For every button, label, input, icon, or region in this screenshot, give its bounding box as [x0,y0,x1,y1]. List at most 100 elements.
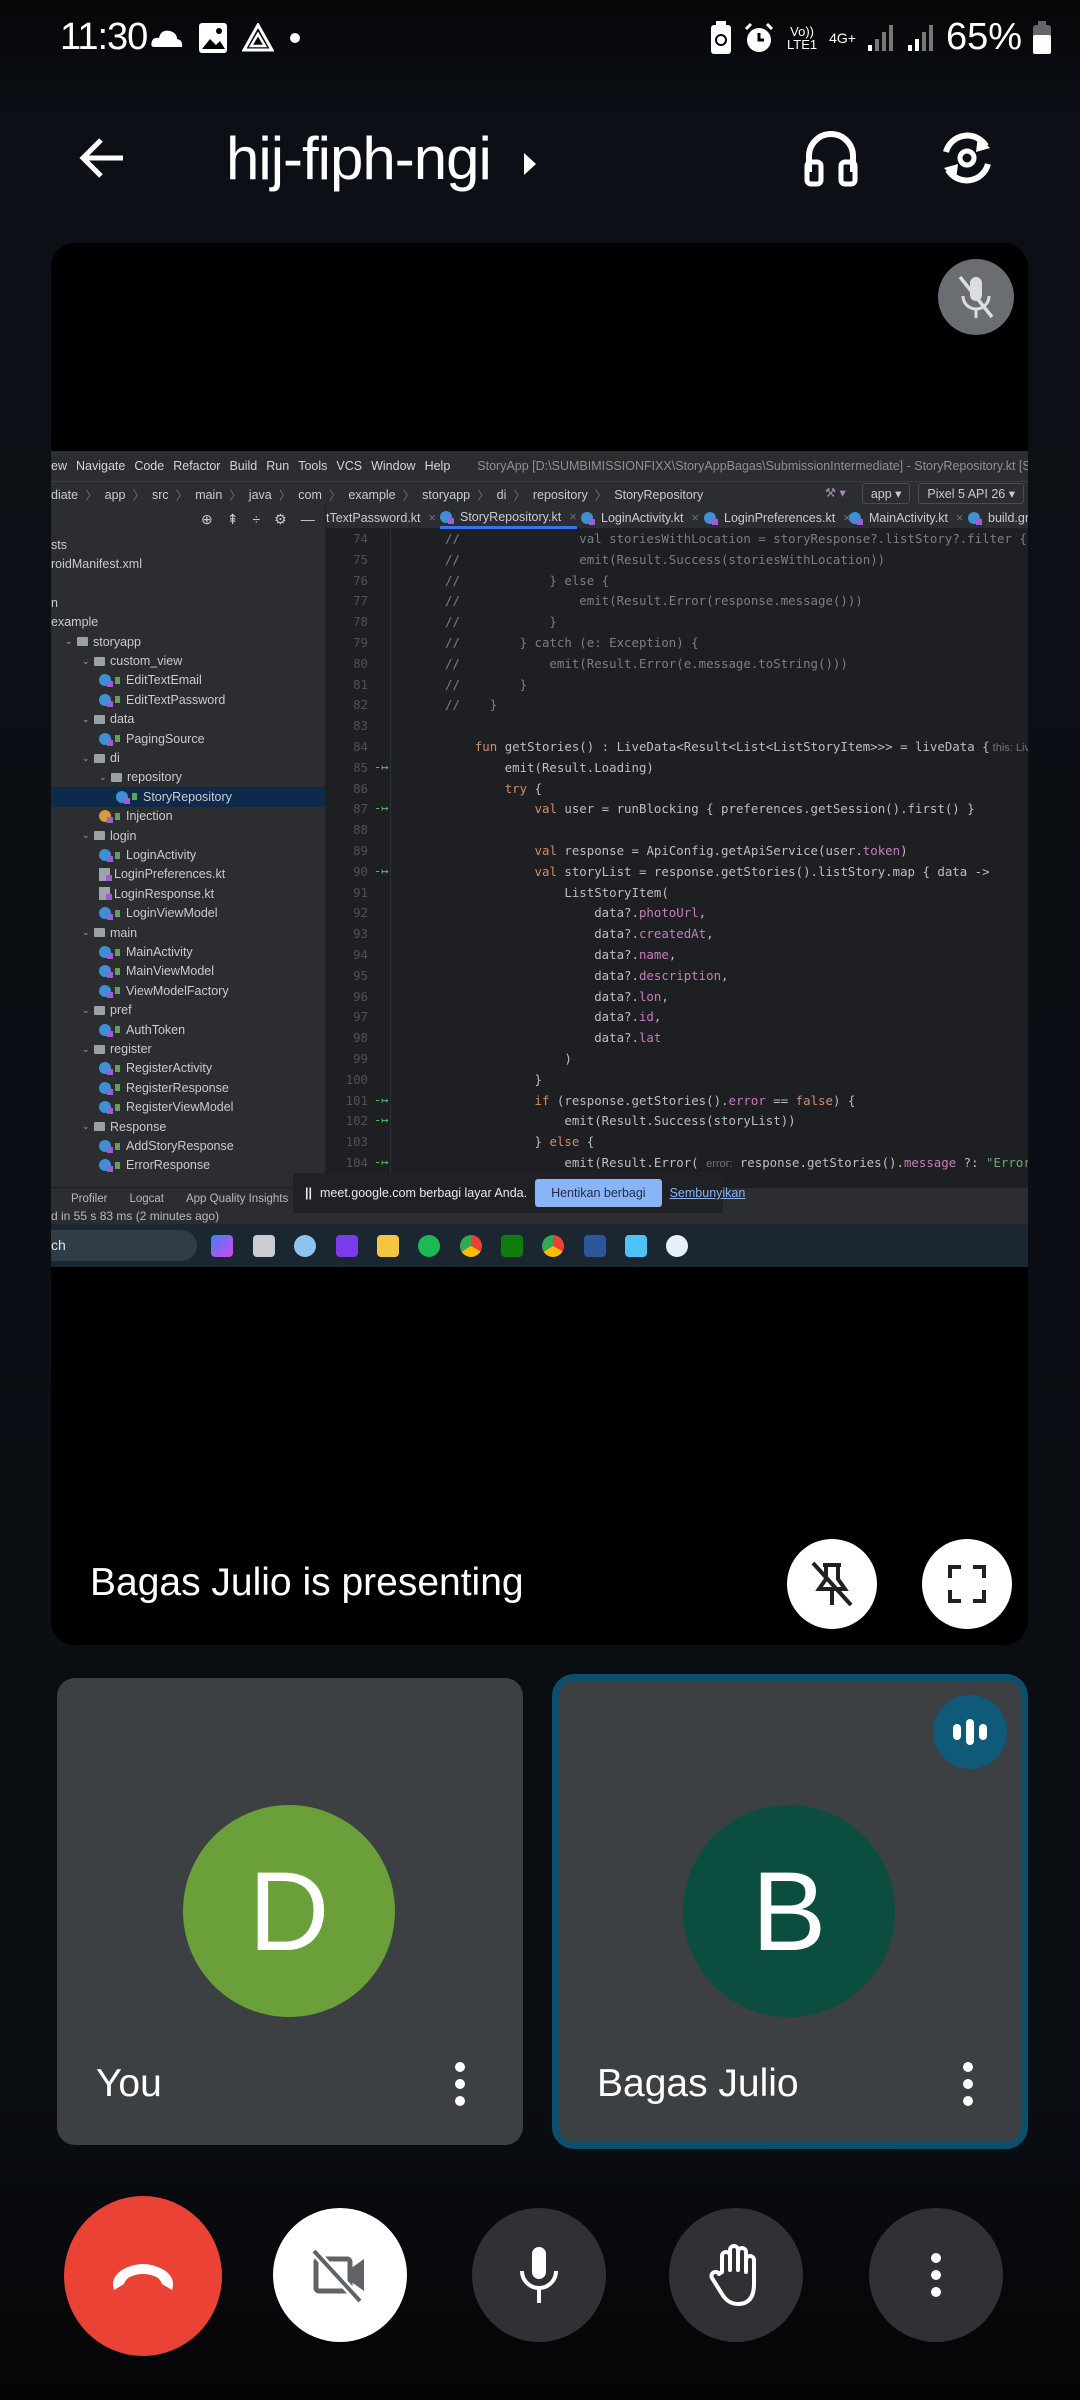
tree-item: LoginActivity [51,845,325,864]
inlay-hint: this: LiveDataSc [992,742,1028,754]
ide-menu-item: Run [266,459,290,473]
run-config-select: app ▾ [861,483,911,504]
tree-item-label: main [110,925,138,940]
close-tab-icon: × [691,511,699,525]
editor-tab: StoryRepository.kt × [440,507,577,529]
access-icon [115,987,120,995]
participant-options-button[interactable] [440,2054,480,2114]
dot-icon [290,33,300,43]
tree-item-label: AuthToken [126,1022,186,1037]
microphone-button[interactable] [472,2208,606,2342]
end-call-button[interactable] [64,2196,222,2356]
meeting-code: hij-fiph-ngi [226,125,492,192]
audio-output-button[interactable] [791,118,871,198]
status-bar: 11:30 Vo)) LTE1 4G+ 65% [0,0,1080,80]
breadcrumb-item: src [152,487,169,502]
access-icon [115,676,120,684]
access-icon [115,1103,120,1111]
more-vert-icon [455,2062,465,2106]
more-vert-icon [963,2062,973,2106]
breadcrumb-separator: 〉 [594,489,608,503]
line-number: 94 [353,947,368,962]
breadcrumb-separator: 〉 [85,489,98,503]
ide-menu-item: Build [229,459,258,473]
breadcrumb-separator: 〉 [278,489,292,503]
breadcrumb-item: diate [51,487,79,502]
kotlin-class-icon [99,1140,113,1154]
line-number: 89 [353,843,368,858]
tree-item: roidManifest.xml [51,554,325,573]
network-type: 4G+ [829,29,856,46]
line-number: 83 [353,718,368,734]
word-icon [584,1235,606,1257]
tool-tab: Profiler [71,1192,108,1205]
tree-item: ⌄ pref [51,1001,325,1020]
fullscreen-button[interactable] [922,1539,1012,1629]
participant-tile-bagas-julio[interactable]: B Bagas Julio [552,1674,1028,2149]
kotlin-class-icon [99,965,113,979]
gutter-run-icon: -↦ [374,1155,389,1169]
line-number: 91 [353,884,368,900]
notepad-icon [625,1235,647,1257]
screen-share-notice: || meet.google.com berbagi layar Anda. H… [293,1173,745,1213]
participant-tile-you[interactable]: D You [57,1678,523,2145]
unpin-button[interactable] [787,1539,877,1629]
ide-menu-item: ew [51,459,67,473]
code-line: // } [445,676,528,692]
tree-item-label: custom_view [110,654,183,669]
tree-item: LoginViewModel [51,904,325,923]
switch-camera-button[interactable] [927,118,1007,198]
camera-toggle-button[interactable] [273,2208,407,2342]
back-button[interactable] [62,118,142,198]
access-icon [115,1064,120,1072]
line-number: 78 [353,614,368,630]
status-time: 11:30 [60,16,148,58]
folder-icon [94,714,105,724]
participant-options-button[interactable] [948,2054,988,2114]
tree-item-label: repository [127,770,182,785]
gutter-run-icon: -↦ [374,863,389,878]
code-line: val response = ApiConfig.getApiService(u… [534,843,908,858]
editor-tab: LoginActivity.kt × [581,507,699,529]
tree-item: ⌄ login [51,826,325,845]
tree-item: Injection [51,807,325,826]
access-icon [115,1142,120,1150]
line-number: 103 [345,1134,368,1150]
tree-item-label: register [110,1042,152,1057]
chevron-down-icon: ⌄ [82,1004,90,1015]
code-line: } [445,1071,542,1087]
folder-icon [77,637,88,647]
kotlin-class-icon [99,1023,113,1037]
line-number: 76 [353,572,368,588]
ide-menu-bar: ew Navigate Code Refactor Build Run Tools VCS Wi… [51,451,1028,481]
access-icon [115,735,120,743]
tree-item: PagingSource [51,729,325,748]
tree-item: ⌄ repository [51,768,325,787]
ide-menu-item: Code [134,459,165,473]
line-number: 92 [353,905,368,921]
presentation-tile[interactable]: ew Navigate Code Refactor Build Run Tools VCS Wi… [51,243,1028,1645]
xbox-icon [501,1235,523,1257]
more-options-button[interactable] [869,2208,1003,2342]
chevron-down-icon: ⌄ [65,636,73,647]
tree-item: sts [51,535,325,554]
line-number: 93 [353,926,368,942]
raise-hand-button[interactable] [669,2208,803,2342]
folder-icon [111,772,122,782]
access-icon [115,967,120,975]
breadcrumb-item: com [298,487,322,502]
access-icon [115,1161,120,1169]
meeting-code-button[interactable]: hij-fiph-ngi [226,124,540,193]
line-number: 96 [353,988,368,1004]
code-line: emit(Result.Loading) [445,759,654,775]
speaking-indicator [933,1695,1007,1769]
kotlin-file-icon [99,887,112,901]
device-select: Pixel 5 API 26 ▾ [918,483,1024,504]
line-number: 97 [353,1009,368,1025]
access-icon [132,793,137,801]
line-number: 81 [353,676,368,692]
kotlin-class-icon [440,510,454,524]
meeting-header: hij-fiph-ngi [0,110,1080,210]
tree-item: EditTextEmail [51,671,325,690]
kotlin-class-icon [704,512,718,525]
